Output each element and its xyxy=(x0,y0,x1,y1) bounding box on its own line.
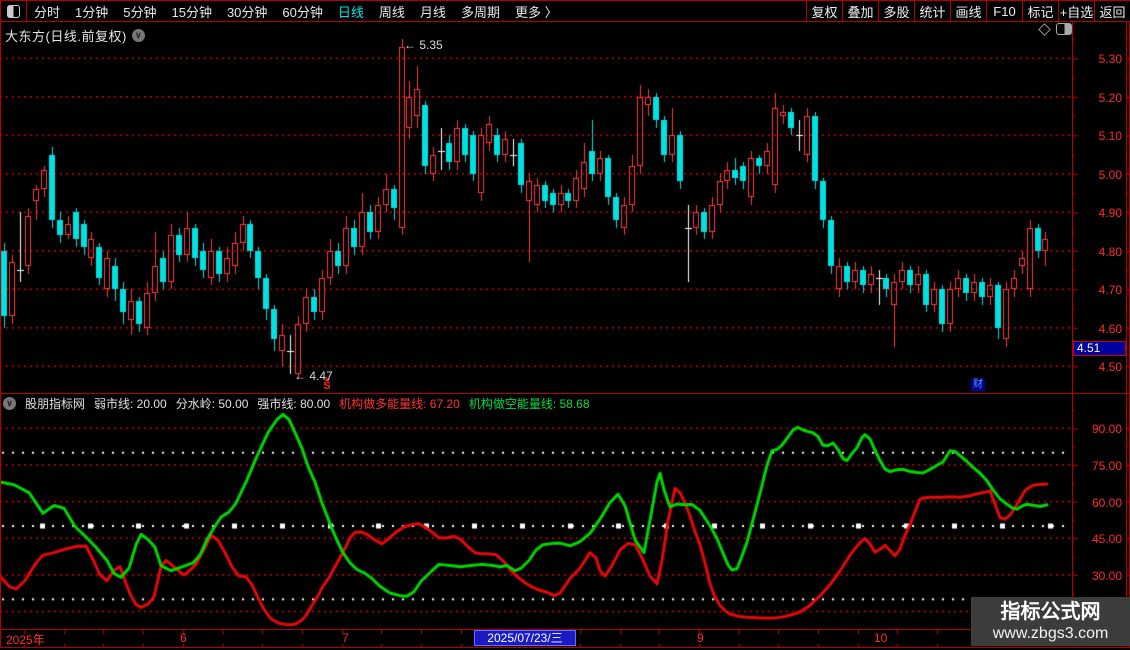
watermark-url: www.zbgs3.com xyxy=(992,624,1109,642)
indicator-source: 股朋指标网 xyxy=(25,397,86,411)
indicator-param: 强市线: 80.00 xyxy=(257,397,331,411)
crosshair-date-badge: 2025/07/23/三 xyxy=(474,630,576,646)
split-view-icon xyxy=(7,5,20,18)
price-axis-label: 4.60 xyxy=(1098,321,1122,336)
menu-item-更多 〉[interactable]: 更多 〉 xyxy=(515,2,558,21)
price-axis-label: 4.50 xyxy=(1098,360,1122,375)
price-axis-label: 4.80 xyxy=(1098,244,1122,259)
price-axis-label: 5.10 xyxy=(1098,129,1122,144)
indicator-axis-label: 30.00 xyxy=(1091,568,1122,583)
chart-canvas[interactable] xyxy=(0,0,1130,650)
trading-app-window: { "toolbar": { "left_menu": ["分时","1分钟",… xyxy=(0,0,1130,650)
indicator-axis-label: 75.00 xyxy=(1091,458,1122,473)
panel-layout-icon[interactable] xyxy=(1056,23,1072,35)
menu-item-月线[interactable]: 月线 xyxy=(420,2,446,21)
indicator-axis-label: 90.00 xyxy=(1091,422,1122,437)
time-axis-label: 6 xyxy=(180,631,187,645)
toolbar-button-复权[interactable]: 复权 xyxy=(806,1,842,22)
toolbar-button-+自选[interactable]: +自选 xyxy=(1058,1,1094,22)
layout-toggle-button[interactable] xyxy=(0,1,27,22)
menu-item-周线[interactable]: 周线 xyxy=(379,2,405,21)
toolbar-button-标记[interactable]: 标记 xyxy=(1022,1,1058,22)
price-axis-label: 4.70 xyxy=(1098,283,1122,298)
watermark-title: 指标公式网 xyxy=(1000,600,1101,623)
chevron-down-icon[interactable]: ∨ xyxy=(3,397,16,410)
menu-item-15分钟[interactable]: 15分钟 xyxy=(171,2,211,21)
menu-item-60分钟[interactable]: 60分钟 xyxy=(282,2,322,21)
signal-marker: ▲ S xyxy=(320,376,334,392)
panel-divider xyxy=(0,393,1130,394)
toolbar-button-叠加[interactable]: 叠加 xyxy=(842,1,878,22)
indicator-param: 弱市线: 20.00 xyxy=(94,397,167,411)
top-toolbar: 分时 1分钟 5分钟 15分钟 30分钟 60分钟 日线 周线 月线 多周期 更多 〉 复权 叠加 多股… xyxy=(0,0,1130,22)
indicator-param: 机构做空能量线: 58.68 xyxy=(468,397,590,411)
toolbar-actions: 复权 叠加 多股 统计 画线 F10 标记 +自选 返回 xyxy=(806,1,1130,22)
chart-corner-controls xyxy=(1038,22,1072,36)
toolbar-button-返回[interactable]: 返回 xyxy=(1094,1,1130,22)
finance-report-marker[interactable]: 财 xyxy=(971,379,985,391)
diamond-icon[interactable] xyxy=(1038,22,1051,36)
time-axis-label: 7 xyxy=(342,631,349,645)
chevron-down-icon[interactable]: ∨ xyxy=(131,29,145,42)
high-price-annotation: ← 5.35 xyxy=(404,38,443,52)
toolbar-button-多股[interactable]: 多股 xyxy=(878,1,914,22)
page-title: 大东方(日线.前复权) xyxy=(5,29,127,44)
menu-item-日线[interactable]: 日线 xyxy=(338,2,364,21)
time-axis-label: 2025年 xyxy=(6,633,45,647)
price-axis-label: 4.90 xyxy=(1098,206,1122,221)
indicator-param: 分水岭: 50.00 xyxy=(175,397,249,411)
watermark: 指标公式网 www.zbgs3.com xyxy=(971,597,1130,646)
price-axis-label: 5.20 xyxy=(1098,90,1122,105)
menu-item-分时[interactable]: 分时 xyxy=(34,2,60,21)
menu-item-1分钟[interactable]: 1分钟 xyxy=(75,2,108,21)
right-axis-border xyxy=(1126,22,1127,647)
menu-item-5分钟[interactable]: 5分钟 xyxy=(123,2,156,21)
menu-item-多周期[interactable]: 多周期 xyxy=(461,2,500,21)
chart-title-row: 大东方(日线.前复权) ∨ xyxy=(5,26,145,45)
indicator-axis-label: 45.00 xyxy=(1091,532,1122,547)
price-axis-label: 5.00 xyxy=(1098,167,1122,182)
time-axis-label: 9 xyxy=(697,631,704,645)
menu-item-30分钟[interactable]: 30分钟 xyxy=(227,2,267,21)
indicator-param: 机构做多能量线: 67.20 xyxy=(339,397,460,411)
price-axis-label: 5.30 xyxy=(1098,52,1122,67)
period-menu: 分时 1分钟 5分钟 15分钟 30分钟 60分钟 日线 周线 月线 多周期 更多 〉 xyxy=(34,1,558,22)
bottom-border xyxy=(0,647,1130,648)
time-axis-label: 10 xyxy=(874,631,888,645)
last-price-badge: 4.51 xyxy=(1073,341,1126,356)
indicator-header: ∨ 股朋指标网 弱市线: 20.00 分水岭: 50.00 强市线: 80.00 机构… xyxy=(3,395,590,412)
toolbar-button-画线[interactable]: 画线 xyxy=(950,1,986,22)
toolbar-button-统计[interactable]: 统计 xyxy=(914,1,950,22)
axis-separator xyxy=(1072,22,1073,647)
indicator-axis-label: 60.00 xyxy=(1091,495,1122,510)
toolbar-button-F10[interactable]: F10 xyxy=(986,1,1022,22)
left-border xyxy=(0,22,1,647)
